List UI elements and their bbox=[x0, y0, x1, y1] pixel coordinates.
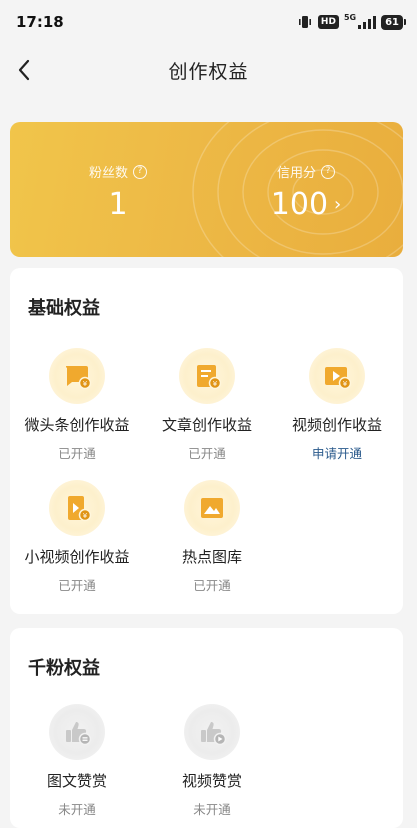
benefit-status: 已开通 bbox=[188, 446, 226, 461]
credit-value: 100 bbox=[270, 187, 329, 222]
benefit-image-text-tip[interactable]: 图文赞赏 未开通 bbox=[12, 704, 142, 818]
svg-text:¥: ¥ bbox=[343, 380, 348, 388]
help-icon[interactable]: ? bbox=[133, 164, 147, 179]
benefit-label: 热点图库 bbox=[181, 548, 242, 566]
benefit-status: 已开通 bbox=[58, 578, 96, 593]
section-title: 千粉权益 bbox=[28, 658, 100, 679]
fans-stat: 粉丝数 ? 1 bbox=[48, 162, 188, 222]
thumbs-up-icon bbox=[66, 722, 92, 746]
vibrate-icon bbox=[298, 16, 311, 28]
benefit-label: 文章创作收益 bbox=[161, 416, 252, 434]
short-video-icon: ¥ bbox=[68, 496, 92, 522]
fans-label: 粉丝数 bbox=[88, 166, 128, 181]
svg-text:¥: ¥ bbox=[83, 380, 88, 388]
benefit-status: 未开通 bbox=[58, 802, 96, 817]
thousand-fans-benefits-card: 千粉权益 图文赞赏 未开通 视频赞赏 未开通 bbox=[10, 628, 403, 828]
image-library-icon bbox=[201, 498, 223, 518]
svg-text:¥: ¥ bbox=[83, 512, 88, 520]
basic-benefits-card: 基础权益 ¥ 微头条创作收益 已开通 ¥ 文章创作收益 已开通 ¥ 视频创作收益… bbox=[10, 268, 403, 614]
credit-stat[interactable]: 信用分 ? 100 › bbox=[236, 162, 376, 222]
svg-text:¥: ¥ bbox=[213, 380, 218, 388]
credit-label: 信用分 bbox=[276, 166, 316, 181]
nav-bar: 创作权益 bbox=[0, 44, 417, 96]
benefit-micro-post[interactable]: ¥ 微头条创作收益 已开通 bbox=[12, 348, 142, 462]
signal-icon bbox=[358, 15, 377, 29]
benefit-video-tip[interactable]: 视频赞赏 未开通 bbox=[147, 704, 277, 818]
benefit-label: 图文赞赏 bbox=[46, 772, 107, 790]
benefit-status: 已开通 bbox=[58, 446, 96, 461]
micro-post-icon: ¥ bbox=[65, 366, 92, 390]
battery-icon: 61 bbox=[381, 14, 406, 30]
benefit-label: 微头条创作收益 bbox=[24, 416, 130, 434]
stats-banner: 粉丝数 ? 1 信用分 ? 100 › bbox=[10, 122, 403, 257]
network-type: 5G bbox=[343, 12, 357, 22]
benefit-status: 未开通 bbox=[193, 802, 231, 817]
apply-link[interactable]: 申请开通 bbox=[312, 443, 362, 462]
page-title: 创作权益 bbox=[168, 60, 249, 83]
chevron-left-icon bbox=[18, 59, 30, 81]
status-time: 17:18 bbox=[16, 13, 64, 31]
system-icons: HD 5G 61 bbox=[297, 12, 406, 30]
benefit-label: 小视频创作收益 bbox=[24, 548, 130, 566]
help-icon[interactable]: ? bbox=[321, 164, 335, 179]
benefit-article[interactable]: ¥ 文章创作收益 已开通 bbox=[142, 348, 272, 462]
benefit-short-video[interactable]: ¥ 小视频创作收益 已开通 bbox=[12, 480, 142, 594]
article-icon: ¥ bbox=[197, 365, 222, 390]
hd-badge: HD bbox=[317, 15, 339, 29]
section-title: 基础权益 bbox=[28, 298, 100, 319]
benefit-label: 视频赞赏 bbox=[181, 772, 242, 790]
video-icon: ¥ bbox=[325, 367, 352, 390]
chevron-right-icon: › bbox=[334, 194, 342, 215]
benefit-video[interactable]: ¥ 视频创作收益 申请开通 bbox=[272, 348, 402, 462]
thumbs-up-play-icon bbox=[201, 722, 227, 746]
fans-value: 1 bbox=[108, 187, 128, 222]
benefit-image-library[interactable]: 热点图库 已开通 bbox=[147, 480, 277, 594]
status-bar: 17:18 HD 5G 61 bbox=[0, 0, 417, 44]
back-button[interactable] bbox=[10, 56, 38, 84]
benefit-status: 已开通 bbox=[193, 578, 231, 593]
benefit-label: 视频创作收益 bbox=[291, 416, 382, 434]
